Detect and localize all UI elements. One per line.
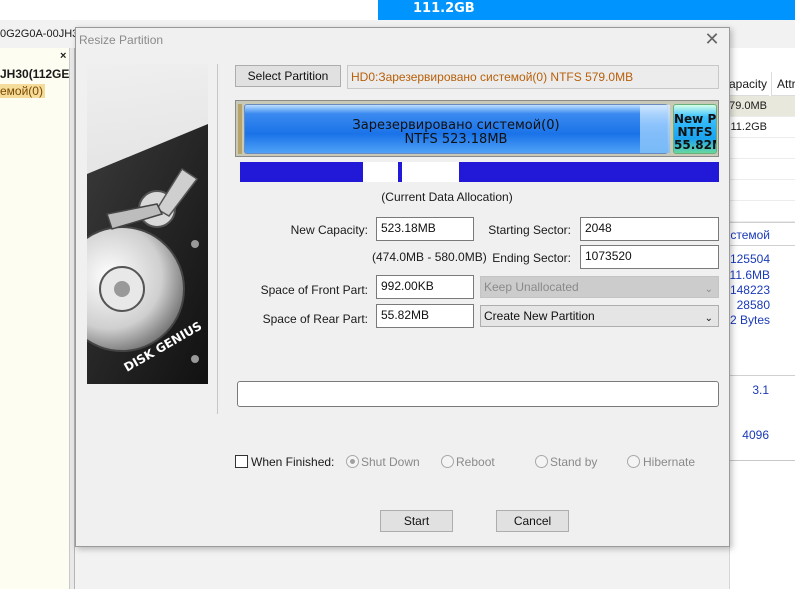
dialog-title: Resize Partition	[79, 33, 164, 47]
ending-sector-label: Ending Sector:	[492, 251, 571, 265]
when-finished-label: When Finished:	[251, 455, 335, 469]
radio-shut-down[interactable]	[346, 455, 359, 468]
table-row[interactable]: 79.0MB	[729, 96, 795, 117]
new-partition-fs: NTFS	[677, 125, 713, 139]
radio-reboot[interactable]	[441, 455, 454, 468]
partition-name: Зарезервировано системой(0)	[352, 118, 560, 133]
front-action-value: Keep Unallocated	[484, 280, 579, 294]
top-toolbar	[0, 0, 378, 20]
info-value: 148223	[729, 283, 770, 297]
partition-block-current[interactable]: Зарезервировано системой(0) NTFS 523.18M…	[244, 104, 670, 154]
table-row-empty	[729, 180, 795, 201]
left-tree-panel	[0, 48, 70, 589]
rear-space-label: Space of Rear Part:	[262, 312, 368, 326]
radio-hibernate[interactable]	[627, 455, 640, 468]
tree-item-partition[interactable]: емой(0)	[0, 84, 45, 98]
resize-handle-left[interactable]	[238, 104, 242, 154]
info-value: 3.1	[752, 383, 769, 397]
info-header: стемой	[730, 228, 770, 242]
disk-capacity-bar[interactable]: 111.2GB	[378, 0, 795, 20]
cancel-button[interactable]: Cancel	[496, 510, 569, 532]
resize-handle-right[interactable]	[640, 105, 670, 153]
divider	[729, 375, 795, 376]
partition-fs-size: NTFS 523.18MB	[404, 132, 508, 147]
disk-label: 0G2G0A-00JH30	[0, 28, 85, 40]
info-value: 4096	[742, 428, 769, 442]
starting-sector-label: Starting Sector:	[488, 223, 571, 237]
divider	[729, 222, 795, 223]
rear-space-field[interactable]: 55.82MB	[376, 304, 474, 328]
progress-bar	[237, 381, 719, 407]
info-value: 125504	[729, 252, 770, 266]
info-value: 2 Bytes	[729, 313, 770, 327]
starting-sector-field[interactable]: 2048	[580, 217, 719, 241]
when-finished-checkbox[interactable]	[235, 455, 248, 468]
table-row[interactable]: 11.2GB	[729, 117, 795, 138]
close-icon[interactable]: ✕	[703, 30, 721, 50]
radio-label-reboot: Reboot	[456, 455, 495, 469]
new-capacity-field[interactable]: 523.18MB	[376, 217, 474, 241]
divider	[729, 460, 795, 461]
divider	[729, 245, 795, 246]
tree-close-icon[interactable]: ×	[60, 50, 66, 62]
new-partition-size: 55.82MB	[674, 138, 716, 152]
selected-partition-info: HD0:Зарезервировано системой(0) NTFS 579…	[347, 65, 719, 89]
allocation-caption: (Current Data Allocation)	[381, 190, 513, 204]
resize-partition-dialog: Resize Partition ✕ DISK GENIUS Select Pa…	[75, 27, 730, 547]
front-action-select[interactable]: Keep Unallocated ⌄	[480, 276, 719, 298]
disk-genius-illustration: DISK GENIUS	[87, 64, 208, 384]
allocation-segment	[459, 162, 719, 182]
data-allocation-strip	[240, 162, 719, 182]
info-value: 11.6MB	[729, 268, 770, 282]
radio-stand-by[interactable]	[535, 455, 548, 468]
vertical-divider	[217, 64, 218, 414]
tree-item-disk[interactable]: JH30(112GE	[0, 67, 69, 81]
allocation-segment	[240, 162, 363, 182]
info-value: 28580	[736, 298, 770, 312]
select-partition-button[interactable]: Select Partition	[235, 65, 341, 87]
hard-drive-icon: DISK GENIUS	[87, 64, 208, 384]
radio-label-shut-down: Shut Down	[361, 455, 420, 469]
allocation-segment	[398, 162, 402, 182]
chevron-down-icon: ⌄	[704, 313, 713, 324]
chevron-down-icon: ⌄	[704, 284, 713, 295]
rear-action-value: Create New Partition	[484, 309, 595, 323]
radio-label-stand-by: Stand by	[550, 455, 598, 469]
start-button[interactable]: Start	[380, 510, 453, 532]
partition-block-new[interactable]: New Pa NTFS 55.82MB	[673, 104, 717, 154]
front-space-field[interactable]: 992.00KB	[376, 275, 474, 299]
table-row-empty	[729, 138, 795, 159]
capacity-range: (474.0MB - 580.0MB)	[372, 250, 487, 264]
table-row-empty	[729, 201, 795, 222]
table-row-empty	[729, 159, 795, 180]
column-header-attr[interactable]: Attr	[771, 72, 795, 96]
new-capacity-label: New Capacity:	[290, 223, 368, 237]
partition-map-bar: Зарезервировано системой(0) NTFS 523.18M…	[235, 100, 719, 157]
column-header-capacity[interactable]: apacity	[729, 72, 769, 96]
radio-label-hibernate: Hibernate	[643, 455, 696, 469]
front-space-label: Space of Front Part:	[260, 283, 368, 297]
rear-action-select[interactable]: Create New Partition ⌄	[480, 305, 719, 327]
new-partition-name: New Pa	[674, 112, 716, 126]
ending-sector-field[interactable]: 1073520	[580, 245, 719, 269]
